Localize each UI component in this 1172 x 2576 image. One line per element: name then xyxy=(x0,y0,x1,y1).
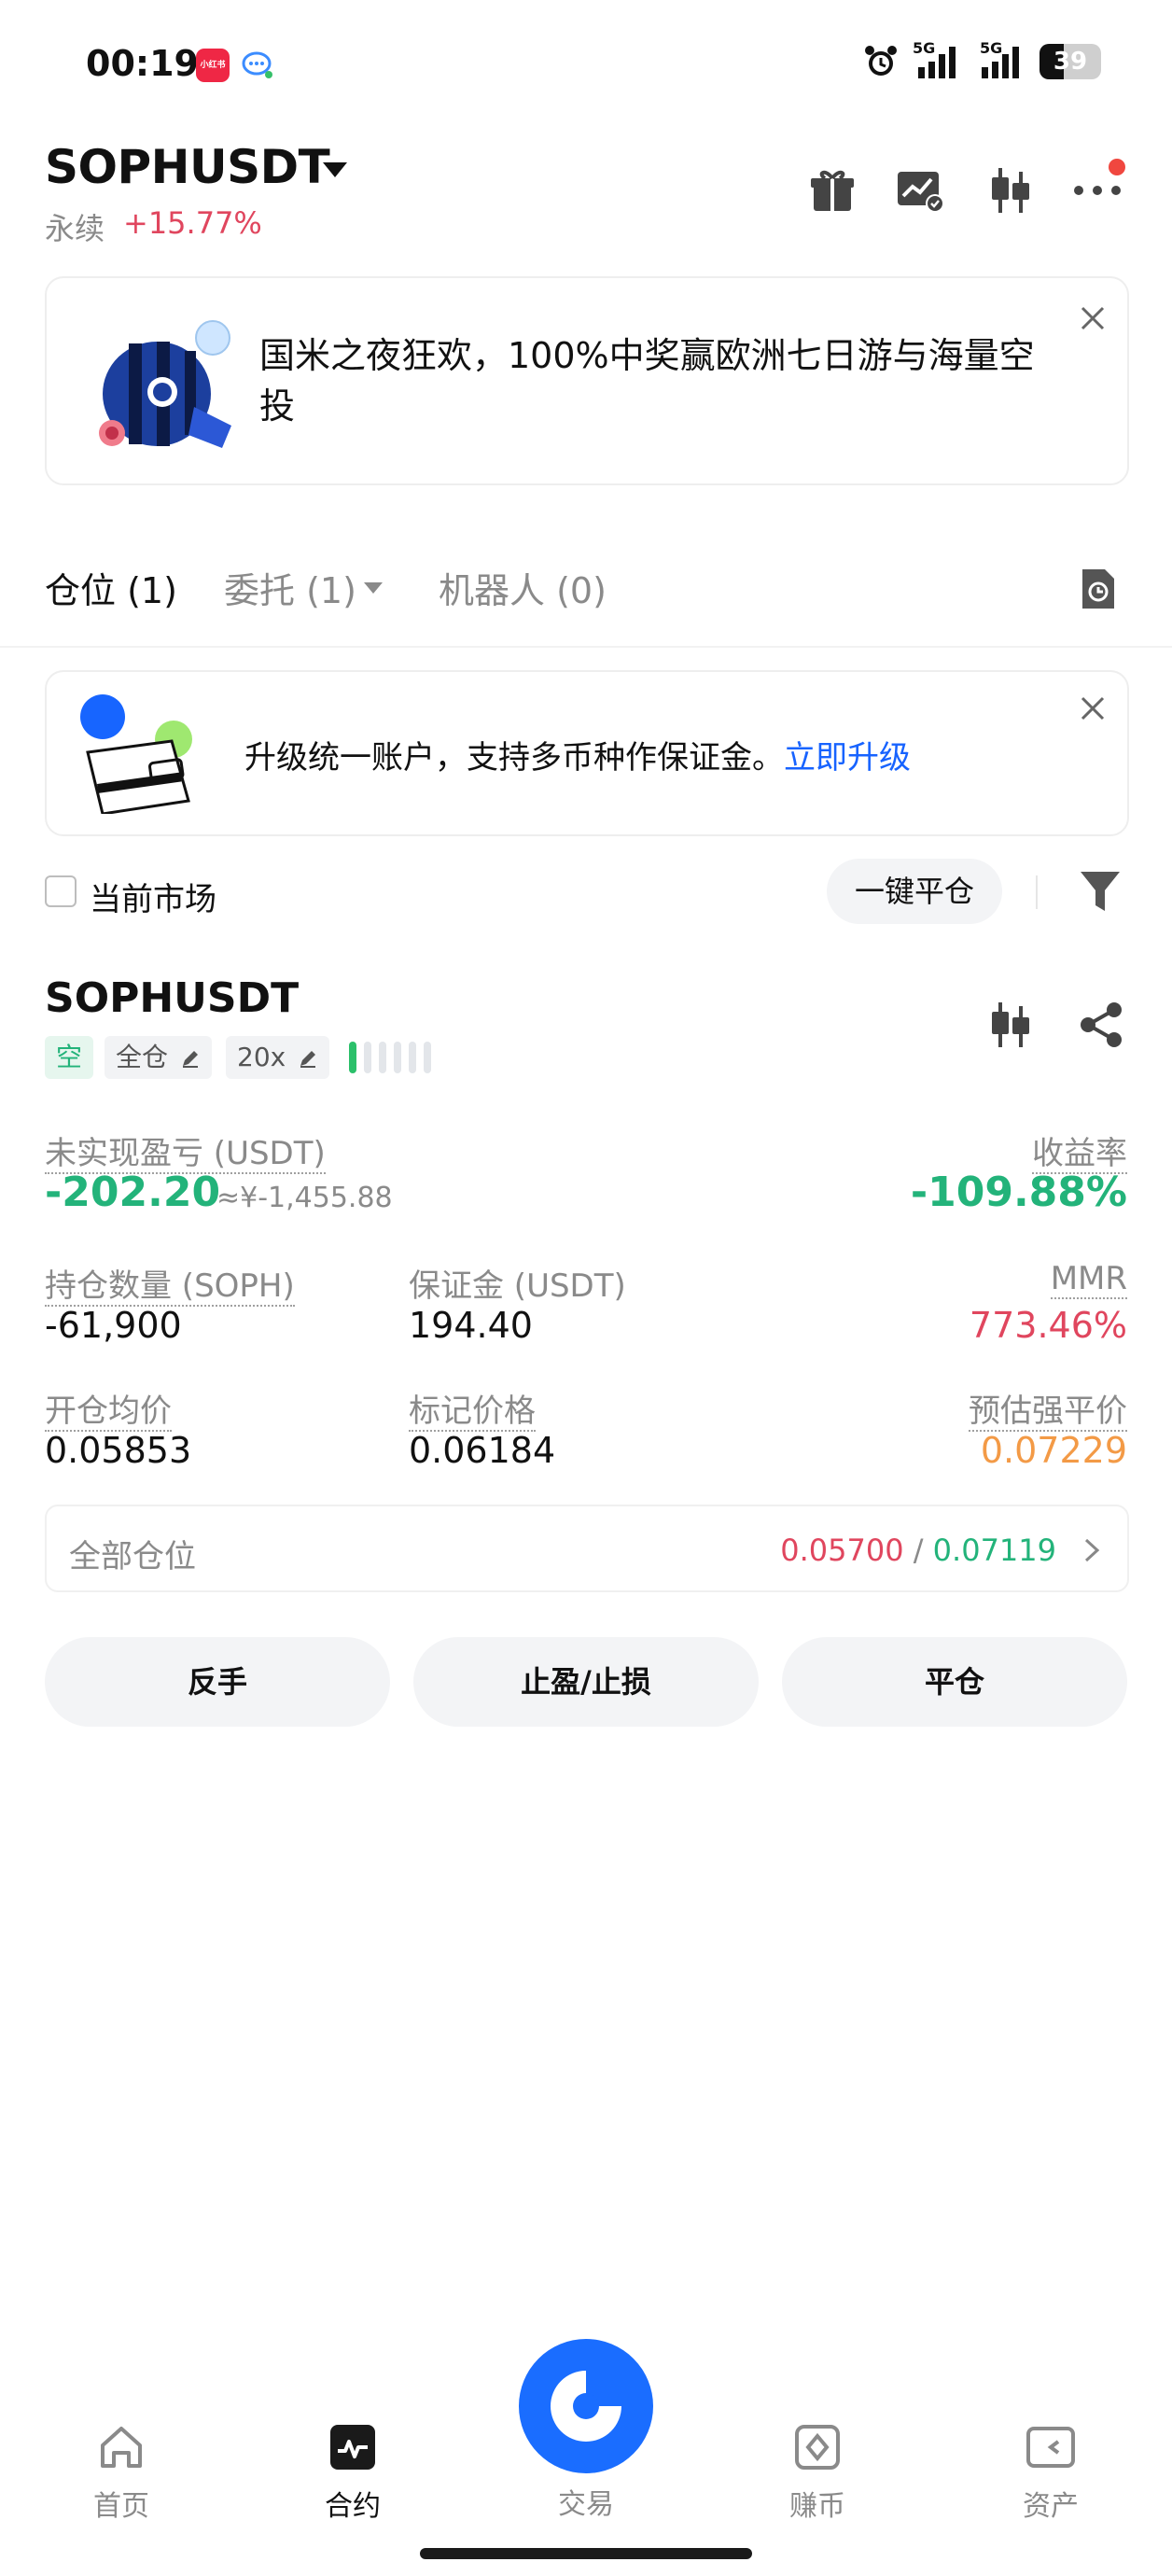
all-positions-label: 全部仓位 xyxy=(69,1538,196,1575)
share-icon[interactable] xyxy=(1075,999,1127,1051)
take-profit-price: 0.05700 xyxy=(780,1533,904,1568)
alarm-icon xyxy=(865,46,897,76)
trade-button[interactable] xyxy=(519,2339,653,2473)
tab-positions[interactable]: 仓位 (1) xyxy=(45,562,177,613)
position-chart-icon[interactable] xyxy=(984,999,1036,1051)
unrealized-pnl-value: -202.20 xyxy=(45,1169,221,1216)
wallet-icon xyxy=(1026,2427,1075,2468)
mark-price-label: 标记价格 xyxy=(409,1393,536,1432)
margin-value: 194.40 xyxy=(409,1305,533,1346)
unrealized-pnl-label: 未实现盈亏 (USDT) xyxy=(45,1135,326,1174)
risk-level-indicator xyxy=(349,1042,431,1073)
section-divider xyxy=(0,646,1172,648)
margin-mode-label: 全仓 xyxy=(116,1042,169,1072)
nav-futures[interactable]: 合约 xyxy=(287,2421,418,2524)
nav-earn-label: 赚币 xyxy=(789,2490,845,2523)
signal-5g-icon-2: 5G xyxy=(976,39,1026,80)
gift-icon[interactable] xyxy=(806,164,858,217)
all-positions-tpsl-row[interactable]: 全部仓位 0.05700 / 0.07119 xyxy=(45,1505,1129,1592)
orders-dropdown-caret-icon[interactable] xyxy=(364,582,383,594)
status-time: 00:19 xyxy=(86,43,199,84)
unrealized-pnl-cny: ≈¥-1,455.88 xyxy=(216,1182,393,1214)
tpsl-separator: / xyxy=(913,1533,924,1568)
nav-assets-label: 资产 xyxy=(1023,2490,1079,2523)
size-label: 持仓数量 (SOPH) xyxy=(45,1267,295,1307)
liq-price-label: 预估强平价 xyxy=(969,1393,1127,1432)
close-all-button[interactable]: 一键平仓 xyxy=(827,859,1002,924)
close-banner-icon[interactable] xyxy=(1077,302,1109,334)
leverage-chip[interactable]: 20x xyxy=(226,1036,330,1079)
close-upgrade-banner-icon[interactable] xyxy=(1077,693,1109,724)
wallet-card-icon xyxy=(80,694,192,814)
size-value: -61,900 xyxy=(45,1305,182,1346)
chat-bubble-icon xyxy=(242,51,272,78)
symbol-selector[interactable]: SOPHUSDT xyxy=(45,140,330,194)
nav-futures-label: 合约 xyxy=(325,2490,381,2523)
upgrade-now-link[interactable]: 立即升级 xyxy=(784,739,911,777)
nav-trade-label: 交易 xyxy=(558,2488,614,2521)
promo-banner[interactable]: 国米之夜狂欢，100%中奖赢欧洲七日游与海量空投 xyxy=(45,276,1129,485)
current-market-label: 当前市场 xyxy=(90,881,216,918)
filter-separator xyxy=(1036,875,1038,909)
signal-5g-icon-1: 5G xyxy=(913,39,963,80)
entry-price-label: 开仓均价 xyxy=(45,1393,172,1432)
home-icon xyxy=(101,2427,142,2468)
futures-icon xyxy=(330,2425,375,2470)
tpsl-values: 0.05700 / 0.07119 xyxy=(780,1533,1056,1568)
tab-orders[interactable]: 委托 (1) xyxy=(224,562,356,613)
current-market-checkbox[interactable] xyxy=(45,875,77,907)
side-badge: 空 xyxy=(45,1036,94,1079)
xiaohongshu-app-icon: 小红书 xyxy=(196,49,230,82)
mmr-label: MMR xyxy=(1050,1260,1127,1299)
promo-banner-text: 国米之夜狂欢，100%中奖赢欧洲七日游与海量空投 xyxy=(259,335,1035,427)
chevron-right-icon xyxy=(1084,1538,1100,1562)
symbol-dropdown-caret-icon[interactable] xyxy=(323,162,347,177)
chart-check-icon[interactable] xyxy=(894,164,946,217)
battery-icon: 39 xyxy=(1039,44,1101,79)
position-symbol[interactable]: SOPHUSDT xyxy=(45,974,299,1022)
leverage-label: 20x xyxy=(237,1042,286,1072)
notification-dot xyxy=(1109,159,1125,175)
close-position-button[interactable]: 平仓 xyxy=(782,1637,1127,1727)
mmr-value: 773.46% xyxy=(969,1305,1127,1346)
upgrade-banner-text: 升级统一账户，支持多币种作保证金。立即升级 xyxy=(244,732,911,777)
nav-earn[interactable]: 赚币 xyxy=(752,2421,883,2524)
contract-type: 永续 xyxy=(45,211,105,246)
mark-price-value: 0.06184 xyxy=(409,1430,556,1471)
tpsl-button[interactable]: 止盈/止损 xyxy=(413,1637,759,1727)
margin-label: 保证金 (USDT) xyxy=(409,1267,626,1305)
home-indicator xyxy=(420,2548,752,2559)
trade-logo-icon xyxy=(551,2371,621,2442)
stop-loss-price: 0.07119 xyxy=(932,1533,1056,1568)
battery-level: 39 xyxy=(1053,48,1088,76)
earn-icon xyxy=(795,2425,840,2470)
upgrade-message: 升级统一账户，支持多币种作保证金。 xyxy=(244,739,784,777)
liq-price-value: 0.07229 xyxy=(980,1430,1127,1471)
edit-pencil-icon xyxy=(182,1051,198,1068)
nav-assets[interactable]: 资产 xyxy=(985,2421,1116,2524)
status-indicators: 5G 5G 39 xyxy=(862,39,1101,82)
reverse-button[interactable]: 反手 xyxy=(45,1637,390,1727)
margin-mode-chip[interactable]: 全仓 xyxy=(105,1036,212,1079)
roe-label: 收益率 xyxy=(1032,1135,1127,1174)
edit-pencil-icon xyxy=(300,1051,316,1068)
candlestick-icon[interactable] xyxy=(984,164,1036,217)
nav-home[interactable]: 首页 xyxy=(56,2421,187,2524)
filter-icon[interactable] xyxy=(1079,868,1122,915)
mascot-helmet-icon xyxy=(99,320,231,448)
price-change: +15.77% xyxy=(123,205,262,241)
history-document-icon[interactable] xyxy=(1075,566,1120,612)
roe-value: -109.88% xyxy=(910,1169,1127,1216)
tab-bots[interactable]: 机器人 (0) xyxy=(439,562,607,613)
nav-home-label: 首页 xyxy=(93,2490,149,2523)
entry-price-value: 0.05853 xyxy=(45,1430,192,1471)
upgrade-account-banner[interactable]: 升级统一账户，支持多币种作保证金。立即升级 xyxy=(45,670,1129,836)
